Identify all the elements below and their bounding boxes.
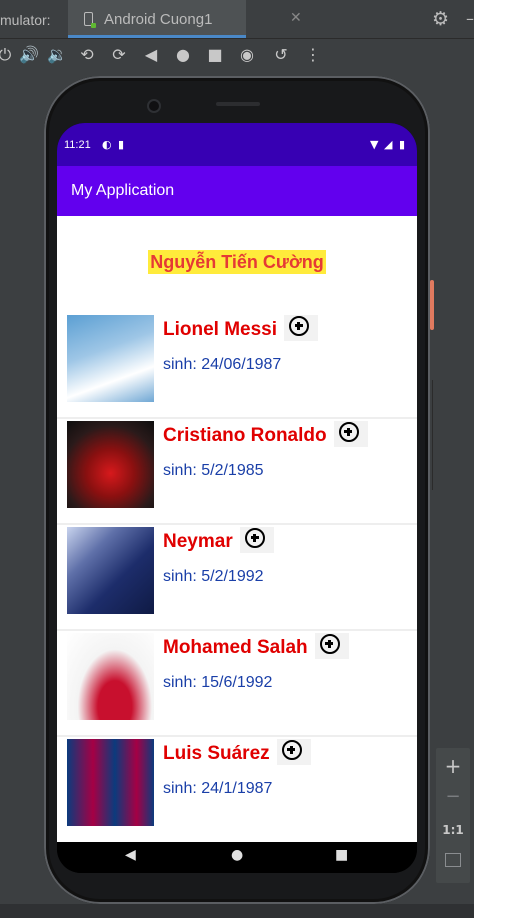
zoom-panel: + − 1:1 — [436, 748, 470, 883]
player-name-line: Luis Suárez — [163, 739, 311, 767]
add-button[interactable] — [284, 315, 319, 341]
minimize-icon[interactable]: – — [466, 9, 474, 28]
list-item[interactable]: Lionel Messi sinh: 24/06/1987 — [57, 312, 417, 419]
heading-container: Nguyễn Tiến Cường — [57, 250, 417, 274]
add-circle-icon — [338, 422, 359, 442]
add-button[interactable] — [240, 527, 274, 553]
snapshot-icon[interactable]: ↺ — [270, 45, 292, 65]
divider — [432, 380, 433, 490]
phone-frame: 11:21 ◐ ▮ ▼ ◢ ▮ My Application Nguyễn Ti… — [44, 76, 430, 904]
player-photo — [67, 421, 154, 508]
player-dob: sinh: 15/6/1992 — [163, 674, 273, 691]
tab-label: Android Cuong1 — [104, 11, 213, 28]
volume-up-icon[interactable]: 🔊 — [18, 45, 40, 65]
player-dob: sinh: 24/06/1987 — [163, 356, 282, 373]
player-dob: sinh: 5/2/1992 — [163, 568, 264, 585]
add-circle-icon — [319, 634, 340, 654]
player-name: Neymar — [163, 531, 233, 553]
zoom-out-button[interactable]: − — [436, 786, 470, 807]
screenshot-icon[interactable]: ◉ — [236, 45, 258, 65]
player-dob: sinh: 24/1/1987 — [163, 780, 273, 797]
status-time: 11:21 — [64, 139, 91, 151]
android-status-bar: 11:21 ◐ ▮ ▼ ◢ ▮ — [57, 123, 417, 166]
list-item[interactable]: Mohamed Salah sinh: 15/6/1992 — [57, 630, 417, 737]
app-bar: My Application — [57, 166, 417, 216]
scrollbar-thumb[interactable] — [430, 280, 434, 330]
android-nav-bar: ◀ ● ■ — [57, 842, 417, 873]
player-list-screen: Nguyễn Tiến Cường Lionel Messi sinh: 24/… — [57, 216, 417, 842]
zoom-actual-button[interactable]: 1:1 — [436, 823, 470, 837]
speaker-grille — [216, 102, 260, 106]
fit-screen-icon — [445, 853, 461, 867]
emulator-tab-bar: mulator: Android Cuong1 ✕ ⚙ – — [0, 0, 474, 39]
back-icon[interactable]: ◀ — [140, 45, 162, 65]
signal-icon: ◢ — [384, 138, 393, 151]
add-circle-icon — [281, 740, 302, 760]
player-name-line: Lionel Messi — [163, 315, 319, 343]
volume-down-icon[interactable]: 🔉 — [46, 45, 68, 65]
player-photo — [67, 315, 154, 402]
add-button[interactable] — [314, 633, 349, 659]
device-screen: 11:21 ◐ ▮ ▼ ◢ ▮ My Application Nguyễn Ti… — [57, 123, 417, 873]
emulator-label: mulator: — [0, 12, 51, 28]
more-icon[interactable]: ⋮ — [302, 45, 324, 65]
overview-icon[interactable]: ■ — [204, 45, 226, 65]
device-icon — [84, 12, 96, 28]
sd-card-icon: ▮ — [118, 138, 125, 151]
notification-icon: ◐ — [102, 138, 112, 151]
home-icon[interactable]: ● — [172, 45, 194, 65]
nav-back-icon[interactable]: ◀ — [125, 847, 136, 863]
player-name-line: Mohamed Salah — [163, 633, 349, 661]
emulator-toolbar: ⏻ 🔊 🔉 ⟲ ⟳ ◀ ● ■ ◉ ↺ ⋮ — [0, 39, 474, 73]
power-icon[interactable]: ⏻ — [0, 45, 16, 65]
nav-overview-icon[interactable]: ■ — [335, 847, 348, 863]
player-name-line: Neymar — [163, 527, 274, 555]
player-photo — [67, 739, 154, 826]
zoom-in-button[interactable]: + — [436, 754, 470, 778]
rotate-right-icon[interactable]: ⟳ — [108, 45, 130, 65]
list-item[interactable]: Neymar sinh: 5/2/1992 — [57, 524, 417, 631]
app-title: My Application — [71, 182, 175, 199]
player-name: Luis Suárez — [163, 743, 270, 765]
tab-android-cuong1[interactable]: Android Cuong1 ✕ — [68, 0, 302, 38]
status-strip — [0, 904, 474, 918]
fit-screen-button[interactable] — [436, 852, 470, 871]
add-circle-icon — [289, 316, 310, 336]
player-name: Cristiano Ronaldo — [163, 425, 327, 447]
list-item[interactable]: Cristiano Ronaldo sinh: 5/2/1985 — [57, 418, 417, 525]
rotate-left-icon[interactable]: ⟲ — [76, 45, 98, 65]
emulator-window: mulator: Android Cuong1 ✕ ⚙ – ⏻ 🔊 🔉 ⟲ ⟳ … — [0, 0, 474, 918]
gear-icon[interactable]: ⚙ — [432, 8, 449, 30]
player-photo — [67, 633, 154, 720]
player-name: Lionel Messi — [163, 319, 278, 341]
add-circle-icon — [245, 528, 265, 548]
close-icon[interactable]: ✕ — [290, 10, 302, 26]
battery-icon: ▮ — [399, 138, 406, 151]
nav-home-icon[interactable]: ● — [231, 847, 243, 863]
list-item[interactable]: Luis Suárez sinh: 24/1/1987 — [57, 736, 417, 841]
front-camera — [147, 99, 161, 113]
player-name: Mohamed Salah — [163, 637, 308, 659]
player-name-line: Cristiano Ronaldo — [163, 421, 368, 449]
player-dob: sinh: 5/2/1985 — [163, 462, 264, 479]
add-button[interactable] — [276, 739, 311, 765]
wifi-icon: ▼ — [370, 138, 379, 151]
add-button[interactable] — [333, 421, 368, 447]
page-title: Nguyễn Tiến Cường — [148, 250, 326, 274]
player-photo — [67, 527, 154, 614]
